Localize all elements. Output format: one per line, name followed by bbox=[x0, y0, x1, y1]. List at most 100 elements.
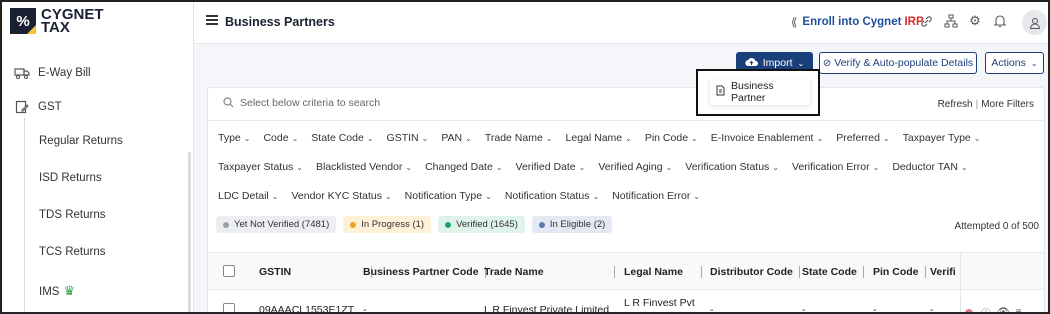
truck-icon bbox=[14, 66, 30, 80]
logo-mark: % bbox=[10, 8, 36, 34]
filter-ldc-detail[interactable]: LDC Detail ⌄ bbox=[218, 190, 278, 202]
search-bar: Refresh|More Filters bbox=[208, 88, 1044, 121]
filter-row-3: LDC Detail ⌄ Vendor KYC Status ⌄ Notificatio… bbox=[218, 190, 713, 202]
status-chip[interactable]: Yet Not Verified (7481) bbox=[216, 216, 337, 233]
chevron-down-icon: ⌄ bbox=[271, 191, 279, 201]
search-panel: Refresh|More Filters Type⌄ Code⌄ State Cod… bbox=[207, 87, 1045, 314]
attempted-count: Attempted 0 of 500 bbox=[954, 221, 1039, 232]
sidebar-item-label: E-Way Bill bbox=[38, 67, 91, 79]
chevron-down-icon: ⌄ bbox=[405, 162, 413, 172]
chevron-down-icon: ⌄ bbox=[291, 133, 299, 143]
cell-verified: - bbox=[930, 304, 934, 314]
filter-taxpayer-type[interactable]: Taxpayer Type ⌄ bbox=[903, 132, 981, 144]
filter-notification-type[interactable]: Notification Type ⌄ bbox=[405, 190, 492, 202]
chevron-down-icon: ⌄ bbox=[872, 162, 880, 172]
user-avatar[interactable] bbox=[1022, 10, 1047, 35]
chevron-down-icon: ⌄ bbox=[691, 133, 698, 143]
crown-icon: ♛ bbox=[63, 283, 76, 298]
cloud-upload-icon bbox=[745, 57, 758, 70]
filter-notification-status[interactable]: Notification Status ⌄ bbox=[505, 190, 599, 202]
column-header-verified[interactable]: Verifi bbox=[930, 266, 956, 278]
filter-state-code[interactable]: State Code ⌄ bbox=[311, 132, 373, 144]
filter-row-1: Type ⌄ Code ⌄ State Code ⌄ GSTIN ⌄ PAN ⌄ Trade Nam… bbox=[218, 132, 993, 144]
filter-preferred[interactable]: Preferred ⌄ bbox=[836, 132, 889, 144]
chevron-down-icon: ⌄ bbox=[973, 133, 981, 143]
cygnet-tax-logo[interactable]: % CYGNET TAX bbox=[10, 7, 104, 35]
verify-autopopulate-button[interactable]: ⊘ Verify & Auto-populate Details bbox=[819, 52, 977, 74]
sidebar-subitem-tcs-returns[interactable]: TCS Returns bbox=[39, 246, 105, 258]
sidebar: % CYGNET TAX E-Way Bill GST Regular Retu… bbox=[2, 2, 194, 312]
filter-deductor-tan[interactable]: Deductor TAN ⌄ bbox=[892, 161, 967, 173]
chevron-down-icon: ⌄ bbox=[495, 162, 503, 172]
filter-notification-error[interactable]: Notification Error ⌄ bbox=[612, 190, 700, 202]
column-header-legal-name[interactable]: Legal Name bbox=[624, 266, 702, 278]
column-header-trade-name[interactable]: Trade Name bbox=[484, 266, 615, 278]
sidebar-subitem-tds-returns[interactable]: TDS Returns bbox=[39, 209, 105, 221]
sidebar-item-gst[interactable]: GST bbox=[14, 100, 62, 114]
gear-icon[interactable]: ⚙ bbox=[967, 13, 983, 29]
more-filters-link[interactable]: More Filters bbox=[981, 99, 1034, 110]
column-header-pin-code[interactable]: Pin Code bbox=[873, 266, 926, 278]
search-input[interactable] bbox=[240, 97, 740, 109]
sidebar-item-label: GST bbox=[38, 101, 62, 113]
chevron-down-icon: ⌄ bbox=[485, 191, 492, 201]
cell-state-code: - bbox=[802, 304, 806, 314]
column-header-distributor-code[interactable]: Distributor Code bbox=[710, 266, 800, 278]
row-checkbox[interactable] bbox=[223, 303, 235, 312]
filter-code[interactable]: Code ⌄ bbox=[263, 132, 298, 144]
filter-e-invoice-enablement[interactable]: E-Invoice Enablement ⌄ bbox=[711, 132, 823, 144]
sitemap-icon[interactable] bbox=[943, 13, 959, 29]
actions-button[interactable]: Actions ⌄ bbox=[985, 52, 1044, 74]
filter-legal-name[interactable]: Legal Name ⌄ bbox=[566, 132, 632, 144]
page-title: Business Partners bbox=[225, 15, 335, 29]
chevron-down-icon: ⌄ bbox=[545, 133, 553, 143]
sidebar-subitem-isd-returns[interactable]: ISD Returns bbox=[39, 172, 102, 184]
eye-icon[interactable]: 👁 bbox=[997, 307, 1010, 312]
filter-verified-date[interactable]: Verified Date ⌄ bbox=[516, 161, 586, 173]
info-icon[interactable]: ⓘ bbox=[981, 305, 991, 312]
chevron-down-icon: ⌄ bbox=[592, 191, 600, 201]
sidebar-item-eway-bill[interactable]: E-Way Bill bbox=[14, 66, 91, 80]
table-header: GSTIN Business Partner Code Trade Name L… bbox=[208, 252, 1044, 290]
filter-gstin[interactable]: GSTIN ⌄ bbox=[387, 132, 429, 144]
status-chips: Yet Not Verified (7481) In Progress (1) Ve… bbox=[216, 216, 619, 233]
chevron-down-icon: ⌄ bbox=[625, 133, 632, 143]
row-actions: ⓘ 👁 ≡ bbox=[965, 305, 1028, 312]
filter-verification-status[interactable]: Verification Status ⌄ bbox=[685, 161, 779, 173]
sidebar-subitem-regular-returns[interactable]: Regular Returns bbox=[39, 135, 123, 147]
status-chip[interactable]: Verified (1645) bbox=[438, 216, 525, 233]
filter-pan[interactable]: PAN ⌄ bbox=[441, 132, 472, 144]
bell-icon[interactable] bbox=[992, 13, 1008, 29]
refresh-link[interactable]: Refresh bbox=[938, 99, 973, 110]
filter-verification-error[interactable]: Verification Error ⌄ bbox=[792, 161, 879, 173]
column-header-state-code[interactable]: State Code bbox=[802, 266, 864, 278]
filter-trade-name[interactable]: Trade Name ⌄ bbox=[485, 132, 553, 144]
enroll-irp-link[interactable]: ⟪ Enroll into Cygnet IRP bbox=[791, 15, 924, 29]
chevron-down-icon: ⌄ bbox=[960, 162, 968, 172]
sidebar-subitem-ims[interactable]: IMS ♛ bbox=[39, 283, 75, 299]
column-header-gstin[interactable]: GSTIN bbox=[259, 266, 373, 278]
table-row[interactable]: 09AAACL1553E1ZT - L R Finvest Private Li… bbox=[208, 290, 1044, 314]
import-dropdown-menu: Business Partner bbox=[696, 69, 820, 116]
cell-gstin: 09AAACL1553E1ZT bbox=[259, 304, 355, 314]
filter-pin-code[interactable]: Pin Code ⌄ bbox=[645, 132, 698, 144]
filter-changed-date[interactable]: Changed Date ⌄ bbox=[425, 161, 502, 173]
hamburger-menu-icon[interactable] bbox=[206, 15, 218, 25]
select-all-checkbox[interactable] bbox=[223, 265, 235, 277]
sidebar-scrollbar[interactable] bbox=[188, 152, 191, 312]
link-icon[interactable] bbox=[918, 13, 934, 29]
filter-type[interactable]: Type ⌄ bbox=[218, 132, 250, 144]
chevron-down-icon: ⌄ bbox=[797, 58, 805, 68]
chevron-down-icon: ⌄ bbox=[296, 162, 303, 172]
column-header-bp-code[interactable]: Business Partner Code bbox=[363, 266, 486, 278]
menu-icon[interactable]: ≡ bbox=[1016, 307, 1022, 312]
top-header: Business Partners ⟪ Enroll into Cygnet I… bbox=[194, 2, 1048, 44]
chevron-down-icon: ⌄ bbox=[465, 133, 472, 143]
status-chip[interactable]: In Progress (1) bbox=[343, 216, 432, 233]
import-menu-item-business-partner[interactable]: Business Partner bbox=[710, 79, 810, 105]
filter-taxpayer-status[interactable]: Taxpayer Status ⌄ bbox=[218, 161, 303, 173]
status-chip[interactable]: In Eligible (2) bbox=[531, 216, 613, 233]
filter-verified-aging[interactable]: Verified Aging ⌄ bbox=[598, 161, 672, 173]
filter-vendor-kyc-status[interactable]: Vendor KYC Status ⌄ bbox=[291, 190, 391, 202]
filter-blacklisted-vendor[interactable]: Blacklisted Vendor ⌄ bbox=[316, 161, 412, 173]
